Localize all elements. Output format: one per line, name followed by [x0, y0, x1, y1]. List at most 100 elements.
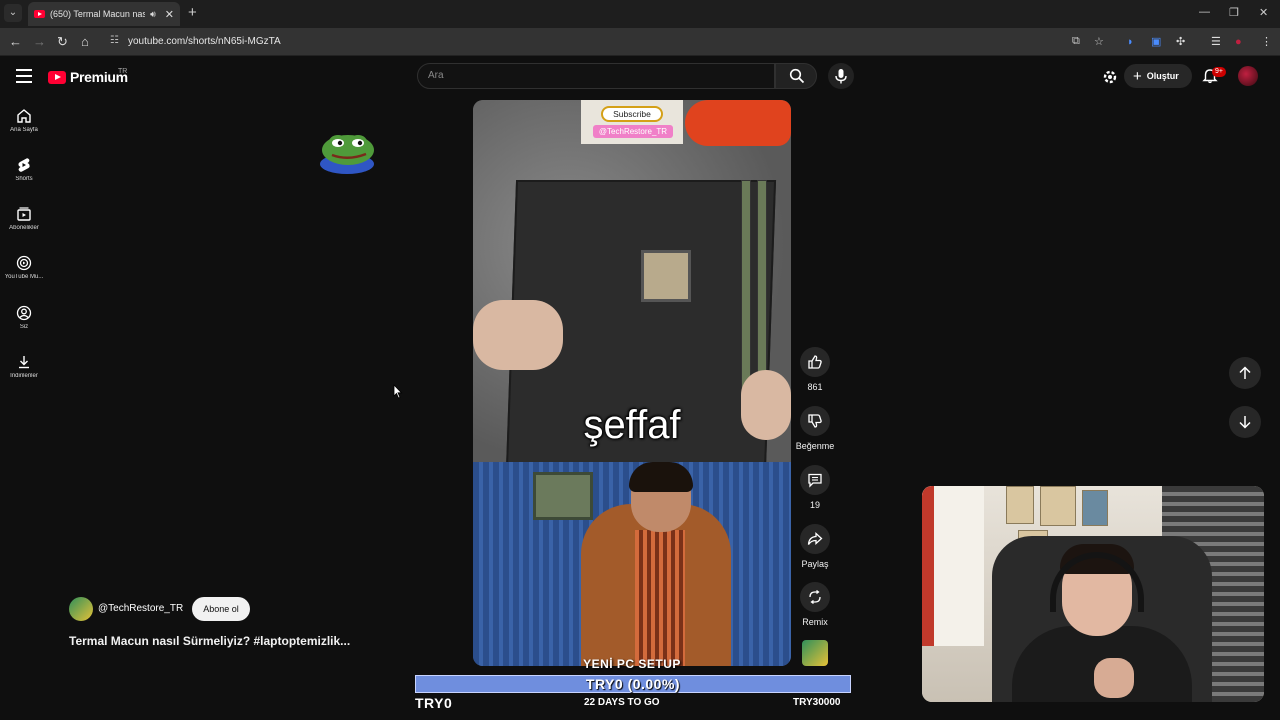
- browser-toolbar: ← → ↻ ⌂ ☷ youtube.com/shorts/nN65i-MGzTA…: [0, 28, 1280, 56]
- create-label: Oluştur: [1146, 71, 1179, 81]
- reading-list-icon[interactable]: ☰: [1211, 34, 1221, 50]
- subscribe-sticker-handle: @TechRestore_TR: [593, 125, 673, 138]
- webcam-poster: [1082, 490, 1108, 526]
- voice-search-button[interactable]: [828, 63, 854, 89]
- menu-kebab-icon[interactable]: ⋮: [1261, 34, 1272, 50]
- donation-goal-progress: TRY0 (0.00%): [585, 676, 681, 692]
- like-button[interactable]: [800, 347, 830, 377]
- new-tab-button[interactable]: +: [188, 5, 197, 21]
- country-code: TR: [118, 68, 128, 75]
- donation-goal-days-left: 22 DAYS TO GO: [584, 697, 660, 708]
- install-app-icon[interactable]: ⧉: [1072, 35, 1080, 48]
- thumbs-down-icon: [808, 414, 822, 428]
- ram-stick-image: [741, 180, 751, 400]
- site-info-icon[interactable]: ☷: [110, 35, 119, 46]
- arrow-down-icon: [1239, 416, 1251, 429]
- sidebar-item-home[interactable]: Ana Sayfa: [0, 100, 48, 144]
- profile-icon[interactable]: ●: [1235, 34, 1242, 50]
- home-browser-icon[interactable]: ⌂: [81, 34, 89, 50]
- url-text: youtube.com/shorts/nN65i-MGzTA: [128, 36, 281, 47]
- next-short-button[interactable]: [1229, 406, 1261, 438]
- reload-icon[interactable]: ↻: [57, 34, 68, 50]
- remix-icon: [809, 589, 821, 605]
- subscribe-button[interactable]: Abone ol: [192, 597, 250, 621]
- donation-goal-current: TRY0: [415, 695, 453, 711]
- tab-title: (650) Termal Macun nasıl Sürmeliyiz?: [50, 9, 146, 19]
- browser-tab-active[interactable]: (650) Termal Macun nasıl Sürmeliyiz? 🔊︎ …: [28, 2, 180, 26]
- mouse-cursor-icon: [393, 384, 403, 399]
- sidebar-item-label: Shorts: [15, 176, 33, 182]
- share-icon: [807, 532, 823, 545]
- man-hair-image: [629, 462, 693, 492]
- extensions-puzzle-icon[interactable]: ✣: [1176, 34, 1185, 50]
- sidebar-item-label: Abonelikler: [9, 225, 39, 231]
- dislike-label: Beğenme: [795, 441, 835, 451]
- bookmark-star-icon[interactable]: ☆: [1094, 35, 1104, 48]
- channel-name[interactable]: @TechRestore_TR: [98, 603, 183, 614]
- extension-icon[interactable]: ▣: [1151, 34, 1161, 50]
- remix-label: Remix: [802, 617, 828, 627]
- donation-goal-target: TRY30000: [793, 697, 841, 708]
- youtube-logo-icon: [48, 70, 66, 84]
- like-count: 861: [807, 382, 823, 392]
- share-label: Paylaş: [801, 559, 829, 569]
- sidebar-item-shorts[interactable]: Shorts: [0, 149, 48, 193]
- minimize-icon[interactable]: —: [1199, 6, 1210, 18]
- sidebar-item-downloads[interactable]: İndirilenler: [0, 346, 48, 390]
- search-input[interactable]: [428, 70, 758, 81]
- streamer-webcam: [922, 486, 1264, 702]
- comments-button[interactable]: [800, 465, 830, 495]
- dislike-button[interactable]: [800, 406, 830, 436]
- webcam-flag-stripe: [922, 486, 934, 646]
- microphone-icon: [835, 69, 847, 84]
- video-caption: şeffaf: [583, 403, 681, 447]
- hand-image: [473, 300, 563, 370]
- notification-badge: 9+: [1212, 67, 1226, 77]
- plus-icon: +: [1133, 67, 1142, 85]
- thumbs-up-icon: [808, 355, 822, 369]
- sidebar-item-youtube-music[interactable]: YouTube Mu...: [0, 247, 48, 291]
- youtube-music-icon: [16, 255, 32, 271]
- channel-avatar[interactable]: [69, 597, 93, 621]
- downloads-icon: [19, 356, 29, 369]
- extension-translate-icon[interactable]: ◗: [1127, 34, 1134, 50]
- create-button[interactable]: + Oluştur: [1124, 64, 1192, 88]
- share-button[interactable]: [800, 524, 830, 554]
- back-icon[interactable]: ←: [9, 34, 22, 50]
- search-button[interactable]: [775, 63, 817, 89]
- extension-gear-icon[interactable]: [1102, 69, 1118, 85]
- sidebar-item-subscriptions[interactable]: Abonelikler: [0, 198, 48, 242]
- sidebar-item-you[interactable]: Siz: [0, 297, 48, 341]
- close-tab-icon[interactable]: ✕: [165, 8, 174, 21]
- window-close-icon[interactable]: ✕: [1259, 6, 1268, 19]
- subscribe-sticker-button: Subscribe: [601, 106, 663, 122]
- pepe-frog-emote-icon: [320, 135, 374, 174]
- restore-icon[interactable]: ❐: [1229, 6, 1239, 19]
- cpu-image: [641, 250, 691, 302]
- gpu-chip-image: [533, 472, 593, 520]
- home-icon: [17, 109, 31, 123]
- video-title[interactable]: Termal Macun nasıl Sürmeliyiz? #laptopte…: [69, 634, 350, 648]
- webcam-streamer-hand: [1094, 658, 1134, 698]
- account-avatar[interactable]: [1238, 66, 1258, 86]
- sidebar-item-label: YouTube Mu...: [4, 274, 44, 280]
- subscriptions-icon: [17, 207, 31, 221]
- previous-short-button[interactable]: [1229, 357, 1261, 389]
- sidebar-item-label: Siz: [19, 324, 29, 330]
- bottom-video-caption: YENİ PC SETUP: [583, 657, 681, 671]
- comment-count: 19: [809, 500, 820, 510]
- you-icon: [16, 305, 32, 321]
- remix-button[interactable]: [800, 582, 830, 612]
- menu-hamburger-icon[interactable]: [16, 69, 32, 83]
- tab-search-icon[interactable]: ⌄: [4, 4, 22, 22]
- youtube-premium-logo[interactable]: Premium: [48, 69, 128, 85]
- shorts-icon: [18, 158, 30, 172]
- sound-thumbnail[interactable]: [802, 640, 828, 666]
- ram-stick-image: [757, 180, 767, 400]
- speaker-icon[interactable]: 🔊︎: [150, 9, 156, 20]
- browser-tabstrip: ⌄ (650) Termal Macun nasıl Sürmeliyiz? 🔊…: [0, 0, 1280, 28]
- forward-icon[interactable]: →: [33, 34, 46, 50]
- address-bar[interactable]: ☷ youtube.com/shorts/nN65i-MGzTA ⧉ ☆: [104, 32, 1120, 52]
- shorts-video-player[interactable]: Subscribe @TechRestore_TR şeffaf: [473, 100, 791, 666]
- comment-icon: [808, 473, 822, 488]
